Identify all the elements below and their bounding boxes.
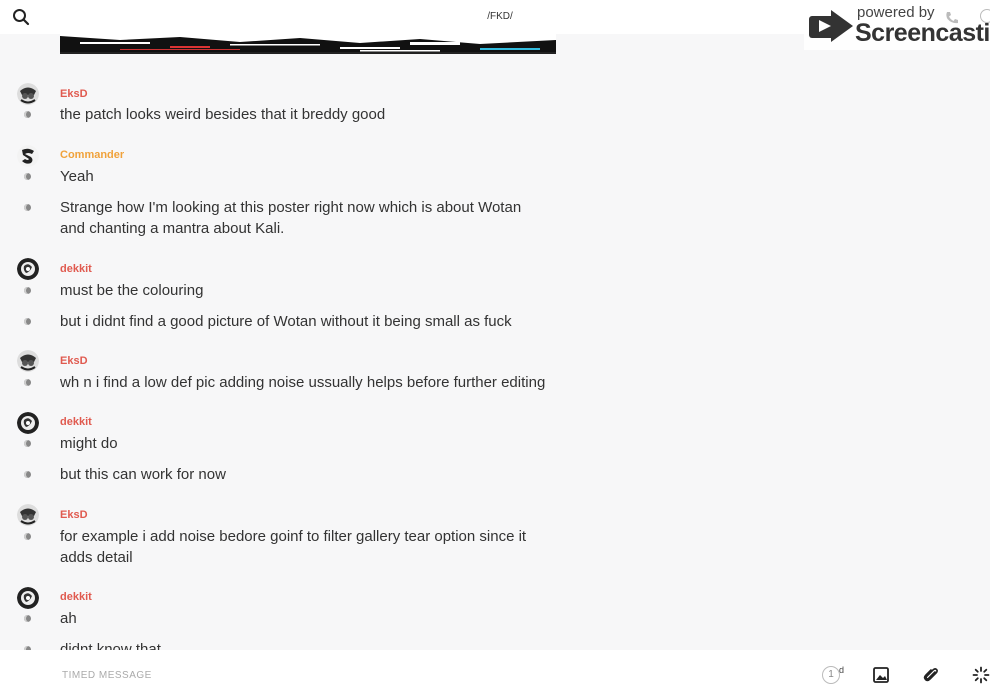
message-author[interactable]: EksD (60, 88, 88, 100)
read-status-icon (24, 379, 31, 386)
read-status-icon (24, 533, 31, 540)
read-status-icon (24, 173, 31, 180)
avatar[interactable] (17, 587, 39, 609)
avatar[interactable] (17, 504, 39, 526)
read-status-icon (24, 471, 31, 478)
message-text: the patch looks weird besides that it br… (60, 106, 386, 123)
read-status-icon (24, 318, 31, 325)
message-author[interactable]: Commander (60, 149, 124, 161)
paperclip-icon[interactable] (922, 666, 940, 684)
image-icon[interactable] (872, 666, 890, 684)
avatar[interactable] (17, 258, 39, 280)
info-icon[interactable] (980, 9, 990, 23)
message-text: but i didnt find a good picture of Wotan… (60, 313, 512, 330)
message-text: must be the colouring (60, 282, 204, 299)
message-author[interactable]: EksD (60, 355, 88, 367)
timer-button[interactable]: 1 (822, 666, 840, 684)
avatar[interactable] (17, 145, 39, 167)
read-status-icon (24, 204, 31, 211)
timer-value: 1 (828, 669, 834, 680)
avatar[interactable] (17, 83, 39, 105)
message-text: but this can work for now (60, 466, 226, 483)
sparkle-icon[interactable] (972, 666, 990, 684)
shared-image[interactable] (60, 34, 556, 54)
read-status-icon (24, 440, 31, 447)
message-author[interactable]: dekkit (60, 263, 92, 275)
avatar[interactable] (17, 350, 39, 372)
avatar[interactable] (17, 412, 39, 434)
message-author[interactable]: dekkit (60, 416, 92, 428)
timer-unit: d (839, 665, 845, 675)
screencastify-watermark: powered by Screencastify (804, 0, 990, 50)
read-status-icon (24, 111, 31, 118)
message-text: didnt know that (60, 641, 161, 650)
read-status-icon (24, 615, 31, 622)
message-text: for example i add noise bedore goinf to … (60, 528, 527, 566)
message-author[interactable]: EksD (60, 509, 88, 521)
message-text: wh n i find a low def pic adding noise u… (60, 374, 546, 391)
message-text: might do (60, 435, 118, 452)
read-status-icon (24, 287, 31, 294)
message-text: Strange how I'm looking at this poster r… (60, 199, 522, 237)
message-text: Yeah (60, 168, 94, 185)
screencastify-logo-icon (809, 8, 853, 49)
composer-bar: 1 d (0, 650, 990, 700)
message-feed: EksD the patch looks weird besides that … (0, 0, 990, 650)
message-input[interactable] (60, 662, 564, 688)
phone-icon[interactable] (944, 10, 960, 31)
message-author[interactable]: dekkit (60, 591, 92, 603)
watermark-brand: Screencastify (855, 19, 990, 47)
message-text: ah (60, 610, 77, 627)
